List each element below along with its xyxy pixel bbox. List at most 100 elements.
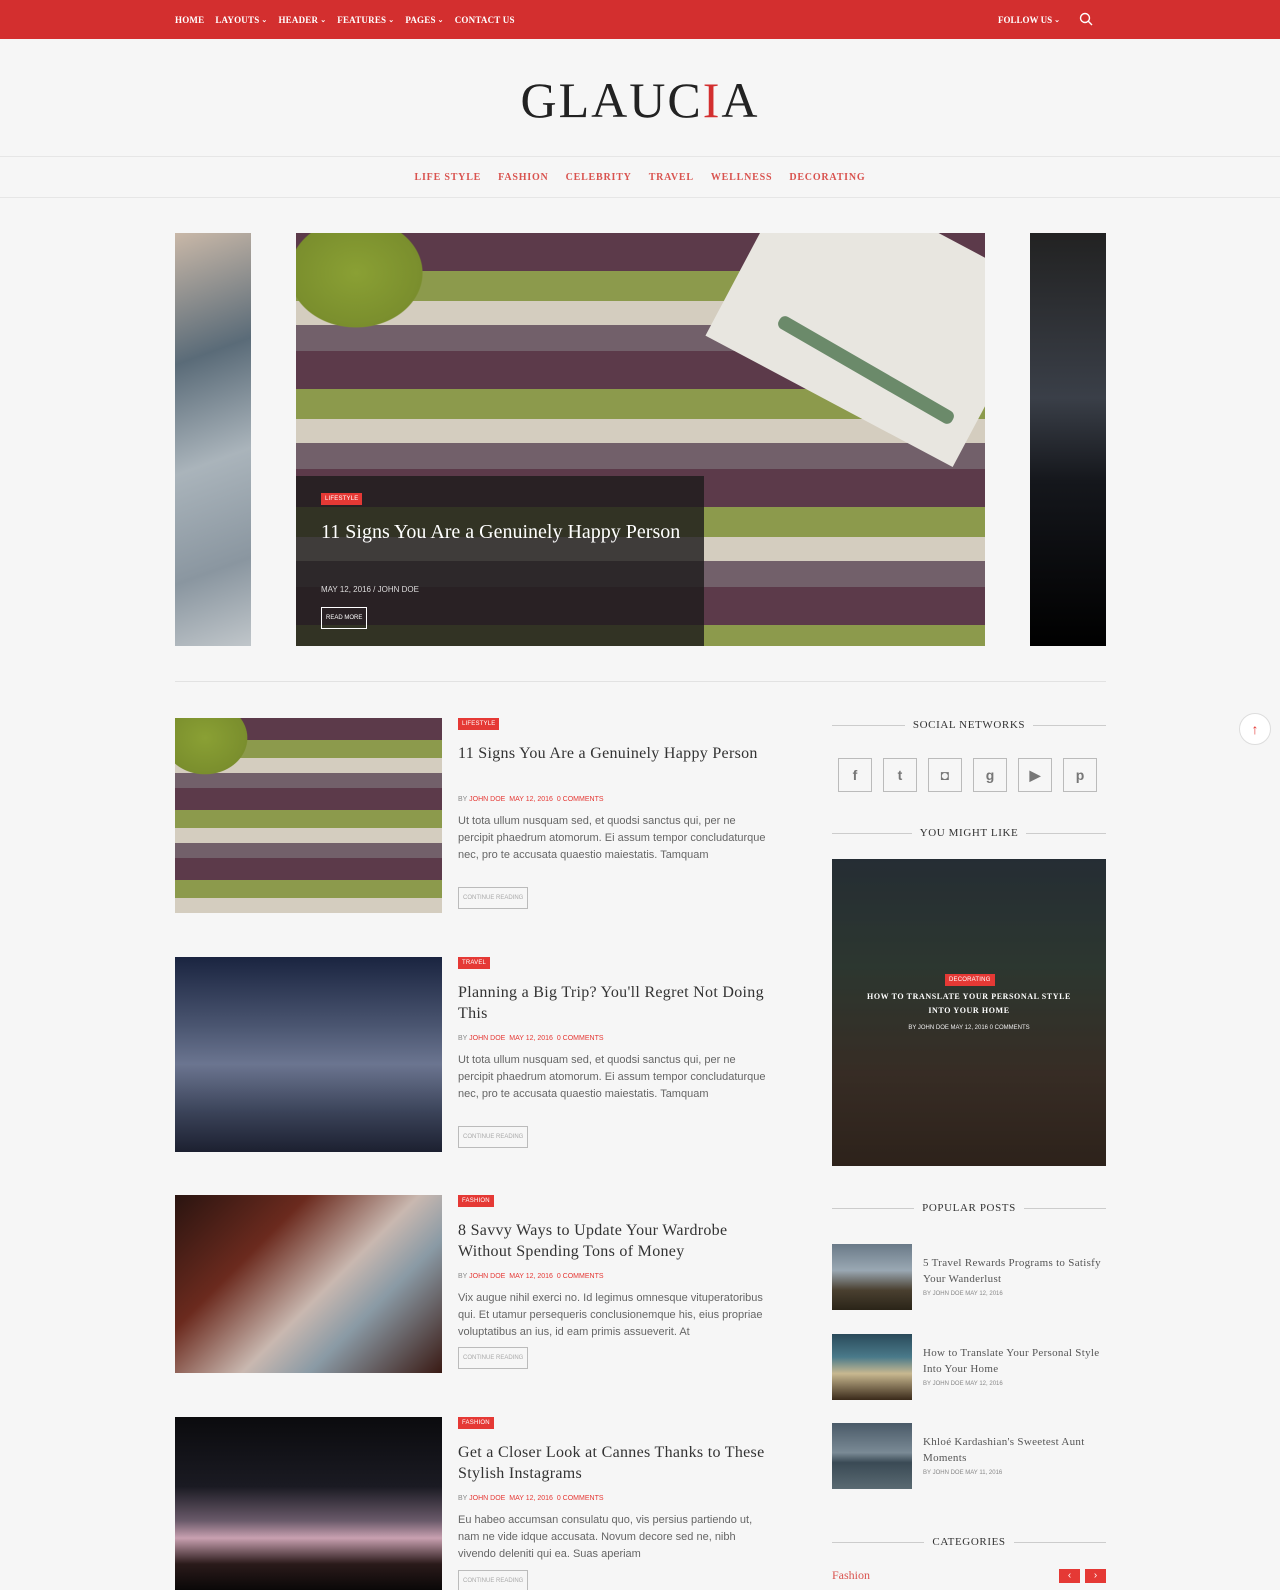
- meta-by: BY: [458, 796, 468, 803]
- post-thumbnail[interactable]: [175, 1195, 442, 1373]
- continue-reading-button[interactable]: CONTINUE READING: [458, 1347, 529, 1369]
- popular-post-thumbnail[interactable]: [832, 1423, 912, 1489]
- logo-mark: I: [702, 72, 722, 128]
- meta-date[interactable]: MAY 12, 2016: [509, 1035, 553, 1042]
- twitter-icon[interactable]: t: [883, 758, 917, 792]
- chevron-left-icon[interactable]: ‹: [1059, 1569, 1080, 1583]
- logo-text: GLAUC: [520, 72, 703, 128]
- popular-post-thumbnail[interactable]: [832, 1334, 912, 1400]
- nav-item-layouts[interactable]: LAYOUTS ⌄: [215, 15, 267, 25]
- post-title[interactable]: Planning a Big Trip? You'll Regret Not D…: [458, 982, 768, 1024]
- follow-us-label: FOLLOW US: [998, 14, 1053, 25]
- post-meta: BY JOHN DOE MAY 12, 2016 0 COMMENTS: [458, 1035, 604, 1042]
- meta-comments[interactable]: 0 COMMENTS: [557, 796, 604, 803]
- meta-by: BY: [458, 1273, 468, 1280]
- youtube-icon[interactable]: ▶: [1018, 758, 1052, 792]
- hero-title[interactable]: 11 Signs You Are a Genuinely Happy Perso…: [321, 518, 691, 547]
- category-badge[interactable]: LIFESTYLE: [458, 718, 500, 730]
- hero-meta: MAY 12, 2016 / JOHN DOE: [321, 585, 419, 594]
- popular-post-meta: BY JOHN DOE MAY 12, 2016: [923, 1291, 1003, 1297]
- category-link[interactable]: WELLNESS: [711, 172, 772, 183]
- category-carousel: Fashion ‹ ›: [832, 1568, 1106, 1584]
- widget-title: POPULAR POSTS: [832, 1200, 1107, 1216]
- popular-post-title[interactable]: How to Translate Your Personal Style Int…: [923, 1345, 1103, 1377]
- continue-reading-button[interactable]: CONTINUE READING: [458, 1570, 529, 1590]
- hero-slide[interactable]: LIFESTYLE 11 Signs You Are a Genuinely H…: [296, 233, 985, 646]
- meta-by: BY: [458, 1495, 468, 1502]
- post-item: LIFESTYLE 11 Signs You Are a Genuinely H…: [175, 718, 775, 913]
- category-badge[interactable]: TRAVEL: [458, 957, 491, 969]
- post-title[interactable]: Get a Closer Look at Cannes Thanks to Th…: [458, 1442, 768, 1484]
- widget-title-text: YOU MIGHT LIKE: [919, 827, 1019, 839]
- slider-prev-image[interactable]: [175, 233, 251, 646]
- nav-item-pages[interactable]: PAGES ⌄: [405, 15, 443, 25]
- meta-comments[interactable]: 0 COMMENTS: [557, 1273, 604, 1280]
- slider-next-image[interactable]: [1030, 233, 1106, 646]
- nav-item-header[interactable]: HEADER ⌄: [278, 15, 326, 25]
- post-excerpt: Eu habeo accumsan consulatu quo, vis per…: [458, 1514, 753, 1560]
- meta-comments[interactable]: 0 COMMENTS: [557, 1495, 604, 1502]
- meta-author[interactable]: JOHN DOE: [469, 796, 505, 803]
- social-icons: f t ◘ g ▶ p: [838, 758, 1097, 792]
- pinterest-icon[interactable]: p: [1063, 758, 1097, 792]
- featured-post-card[interactable]: DECORATING HOW TO TRANSLATE YOUR PERSONA…: [832, 859, 1106, 1166]
- category-link[interactable]: LIFE STYLE: [415, 172, 482, 183]
- popular-post[interactable]: 5 Travel Rewards Programs to Satisfy You…: [832, 1244, 1106, 1310]
- widget-title: SOCIAL NETWORKS: [832, 717, 1106, 733]
- meta-author[interactable]: JOHN DOE: [469, 1273, 505, 1280]
- post-title[interactable]: 11 Signs You Are a Genuinely Happy Perso…: [458, 743, 768, 764]
- featured-post-title[interactable]: HOW TO TRANSLATE YOUR PERSONAL STYLE INT…: [857, 990, 1081, 1018]
- popular-post-thumbnail[interactable]: [832, 1244, 912, 1310]
- popular-post-title[interactable]: Khloé Kardashian's Sweetest Aunt Moments: [923, 1434, 1103, 1466]
- category-badge[interactable]: FASHION: [458, 1417, 494, 1429]
- read-more-button[interactable]: READ MORE: [321, 607, 368, 629]
- post-title[interactable]: 8 Savvy Ways to Update Your Wardrobe Wit…: [458, 1220, 768, 1262]
- nav-label: HOME: [175, 14, 205, 25]
- chevron-down-icon: ⌄: [320, 15, 327, 24]
- continue-reading-button[interactable]: CONTINUE READING: [458, 887, 529, 909]
- meta-by: BY: [458, 1035, 468, 1042]
- popular-post[interactable]: How to Translate Your Personal Style Int…: [832, 1334, 1106, 1400]
- meta-author[interactable]: JOHN DOE: [469, 1035, 505, 1042]
- chevron-down-icon: ⌄: [437, 15, 444, 24]
- site-logo[interactable]: GLAUCIA: [440, 71, 840, 129]
- category-name[interactable]: Fashion: [832, 1568, 870, 1583]
- logo-text: A: [721, 72, 760, 128]
- follow-us-menu[interactable]: FOLLOW US ⌄: [998, 0, 1060, 39]
- post-excerpt: Ut tota ullum nusquam sed, et quodsi san…: [458, 815, 766, 861]
- nav-label: CONTACT US: [454, 14, 515, 25]
- post-meta: BY JOHN DOE MAY 12, 2016 0 COMMENTS: [458, 1495, 604, 1502]
- post-excerpt: Vix augue nihil exerci no. Id legimus om…: [458, 1292, 763, 1338]
- nav-item-contact-us[interactable]: CONTACT US: [455, 15, 515, 25]
- meta-comments[interactable]: 0 COMMENTS: [557, 1035, 604, 1042]
- facebook-icon[interactable]: f: [838, 758, 872, 792]
- category-link[interactable]: CELEBRITY: [566, 172, 632, 183]
- meta-author[interactable]: JOHN DOE: [469, 1495, 505, 1502]
- category-badge[interactable]: FASHION: [458, 1195, 494, 1207]
- nav-label: LAYOUTS: [215, 14, 260, 25]
- category-badge[interactable]: LIFESTYLE: [321, 493, 363, 505]
- arrow-up-icon[interactable]: ↑: [1239, 713, 1271, 745]
- post-excerpt: Ut tota ullum nusquam sed, et quodsi san…: [458, 1054, 766, 1100]
- nav-item-home[interactable]: HOME: [175, 15, 204, 25]
- post-thumbnail[interactable]: [175, 718, 442, 913]
- meta-date[interactable]: MAY 12, 2016: [509, 796, 553, 803]
- instagram-icon[interactable]: ◘: [928, 758, 962, 792]
- chevron-right-icon[interactable]: ›: [1085, 1569, 1106, 1583]
- meta-date[interactable]: MAY 12, 2016: [509, 1495, 553, 1502]
- category-link[interactable]: TRAVEL: [649, 172, 694, 183]
- search-icon[interactable]: [1079, 12, 1093, 26]
- continue-reading-button[interactable]: CONTINUE READING: [458, 1126, 529, 1148]
- category-link[interactable]: DECORATING: [789, 172, 865, 183]
- popular-post-title[interactable]: 5 Travel Rewards Programs to Satisfy You…: [923, 1255, 1103, 1287]
- popular-post[interactable]: Khloé Kardashian's Sweetest Aunt Moments…: [832, 1423, 1106, 1489]
- chevron-down-icon: ⌄: [261, 15, 268, 24]
- nav-item-features[interactable]: FEATURES ⌄: [337, 15, 394, 25]
- category-badge[interactable]: DECORATING: [945, 974, 995, 986]
- widget-title-text: SOCIAL NETWORKS: [912, 719, 1026, 731]
- post-thumbnail[interactable]: [175, 1417, 442, 1590]
- post-thumbnail[interactable]: [175, 957, 442, 1152]
- meta-date[interactable]: MAY 12, 2016: [509, 1273, 553, 1280]
- category-link[interactable]: FASHION: [498, 172, 548, 183]
- google-plus-icon[interactable]: g: [973, 758, 1007, 792]
